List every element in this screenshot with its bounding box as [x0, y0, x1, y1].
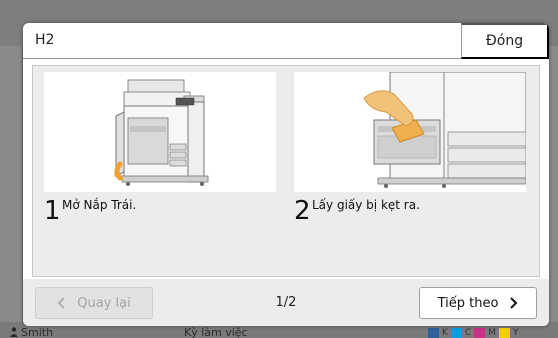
chevron-right-icon	[510, 297, 518, 309]
close-button[interactable]: Đóng	[461, 23, 549, 59]
next-button[interactable]: Tiếp theo	[419, 287, 537, 319]
toner-indicator: K C M Y	[428, 327, 518, 338]
step-2: 2 Lấy giấy bị kẹt ra.	[294, 72, 526, 234]
step-2-caption: 2 Lấy giấy bị kẹt ra.	[294, 194, 526, 234]
background-user: Smith	[10, 326, 53, 338]
dialog-footer: Quay lại 1/2 Tiếp theo	[23, 279, 549, 326]
next-button-label: Tiếp theo	[437, 295, 499, 311]
person-icon	[10, 327, 18, 337]
instruction-panel: 1 Mở Nắp Trái. 2 Lấy giấy bị kẹt ra.	[32, 65, 540, 277]
background-left-panel	[0, 46, 22, 328]
step-number: 1	[44, 196, 61, 226]
step-instruction: Lấy giấy bị kẹt ra.	[312, 198, 420, 212]
toner-swatch-c	[450, 327, 462, 338]
paper-jam-dialog: H2 Đóng 1 Mở Nắp Trái. 2 Lấy giấy bị kẹt…	[23, 23, 549, 326]
step-1-caption: 1 Mở Nắp Trái.	[44, 194, 276, 234]
toner-label-m: M	[488, 327, 496, 338]
toner-label-y: Y	[512, 327, 519, 338]
printer-open-left-cover-illustration	[44, 72, 276, 192]
toner-label-k: K	[442, 327, 448, 338]
step-instruction: Mở Nắp Trái.	[62, 198, 137, 212]
toner-icon	[428, 327, 439, 338]
toner-swatch-m	[474, 327, 486, 338]
user-name: Smith	[21, 326, 54, 338]
toner-swatch-y	[498, 327, 510, 338]
toner-label-c: C	[464, 327, 472, 338]
dialog-header: H2 Đóng	[23, 23, 549, 59]
step-1: 1 Mở Nắp Trái.	[44, 72, 276, 234]
remove-jammed-paper-illustration	[294, 72, 526, 192]
step-number: 2	[294, 196, 311, 226]
dialog-title: H2	[35, 32, 55, 48]
background-job-label: Kỳ làm việc	[184, 326, 248, 338]
